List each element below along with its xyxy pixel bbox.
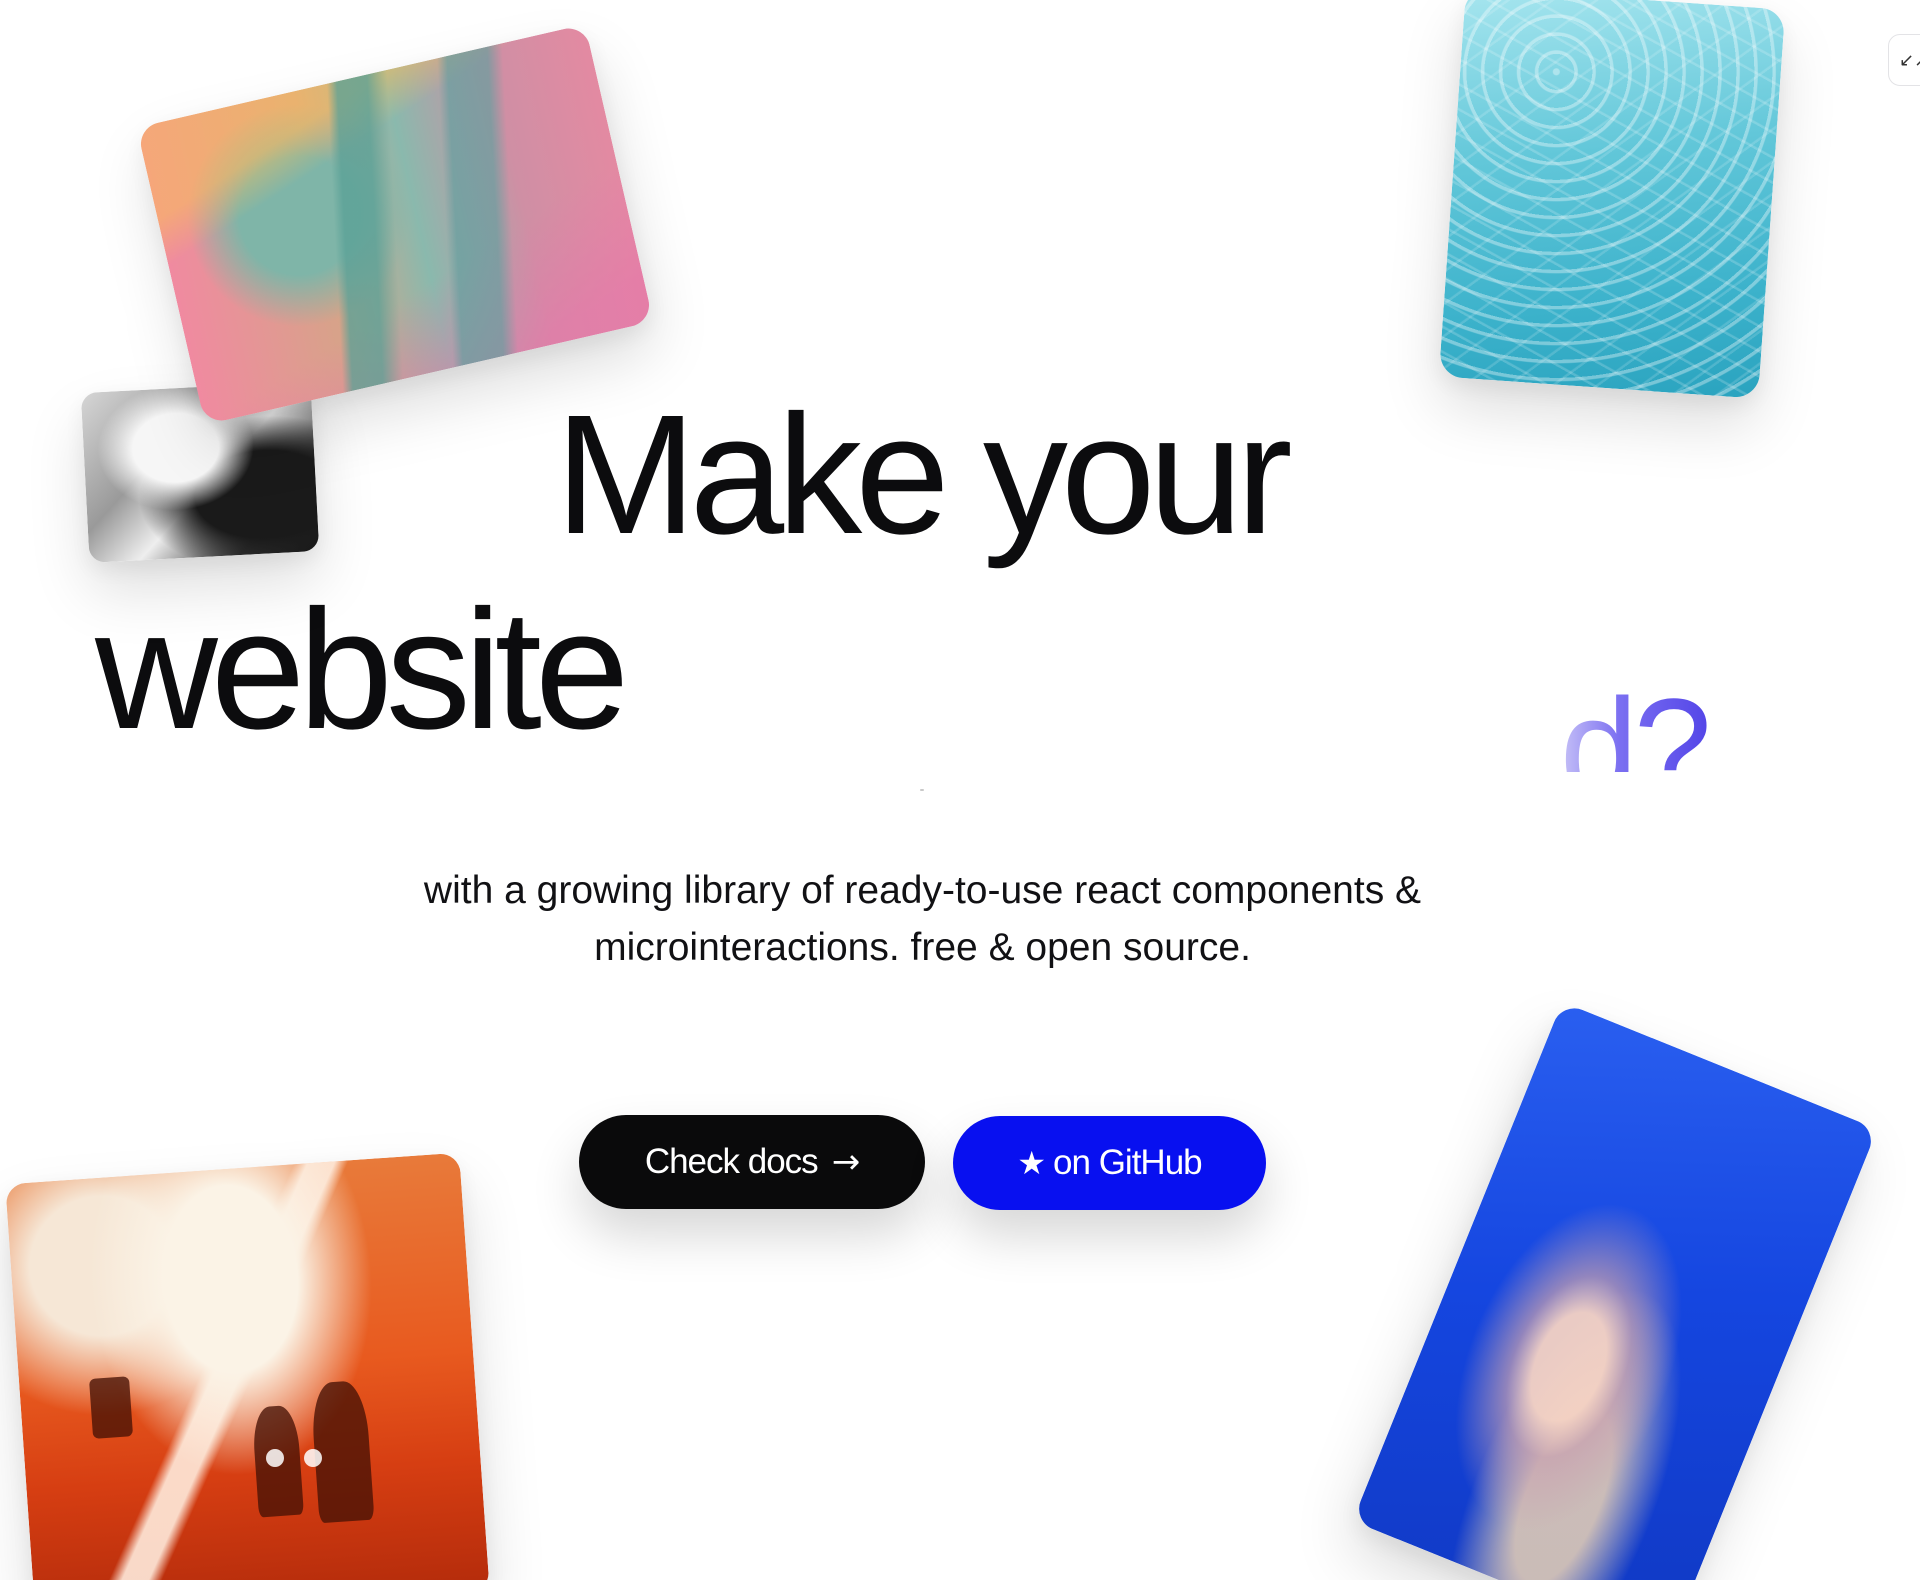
silhouette-shape xyxy=(88,1376,134,1439)
expand-icon: ↙↗ xyxy=(1899,49,1920,70)
github-label: on GitHub xyxy=(1053,1143,1203,1182)
blue-blurred-face-image xyxy=(1352,1001,1878,1580)
arrow-right-icon: → xyxy=(831,1142,860,1182)
headline-line-2: website xyxy=(95,575,629,765)
pager-dot[interactable] xyxy=(266,1449,284,1467)
check-docs-label: Check docs xyxy=(644,1142,819,1181)
pager-dot[interactable] xyxy=(304,1449,322,1467)
black-white-portrait-image xyxy=(80,381,320,563)
expand-button[interactable]: ↙↗ xyxy=(1888,34,1920,86)
pool-water-image xyxy=(1438,0,1786,399)
orange-concert-image xyxy=(5,1152,490,1580)
hero-subtitle: with a growing library of ready-to-use r… xyxy=(423,869,1422,969)
rotating-word-container: d? xyxy=(1560,660,1760,773)
star-icon: ★ xyxy=(1017,1144,1046,1182)
divider-dot xyxy=(920,789,924,791)
abstract-pastel-image xyxy=(136,24,654,425)
headline-line-1: Make your xyxy=(555,380,1293,570)
check-docs-button[interactable]: Check docs → xyxy=(579,1115,925,1209)
rotating-word: d? xyxy=(1560,678,1712,773)
github-star-button[interactable]: ★ on GitHub xyxy=(953,1116,1266,1210)
